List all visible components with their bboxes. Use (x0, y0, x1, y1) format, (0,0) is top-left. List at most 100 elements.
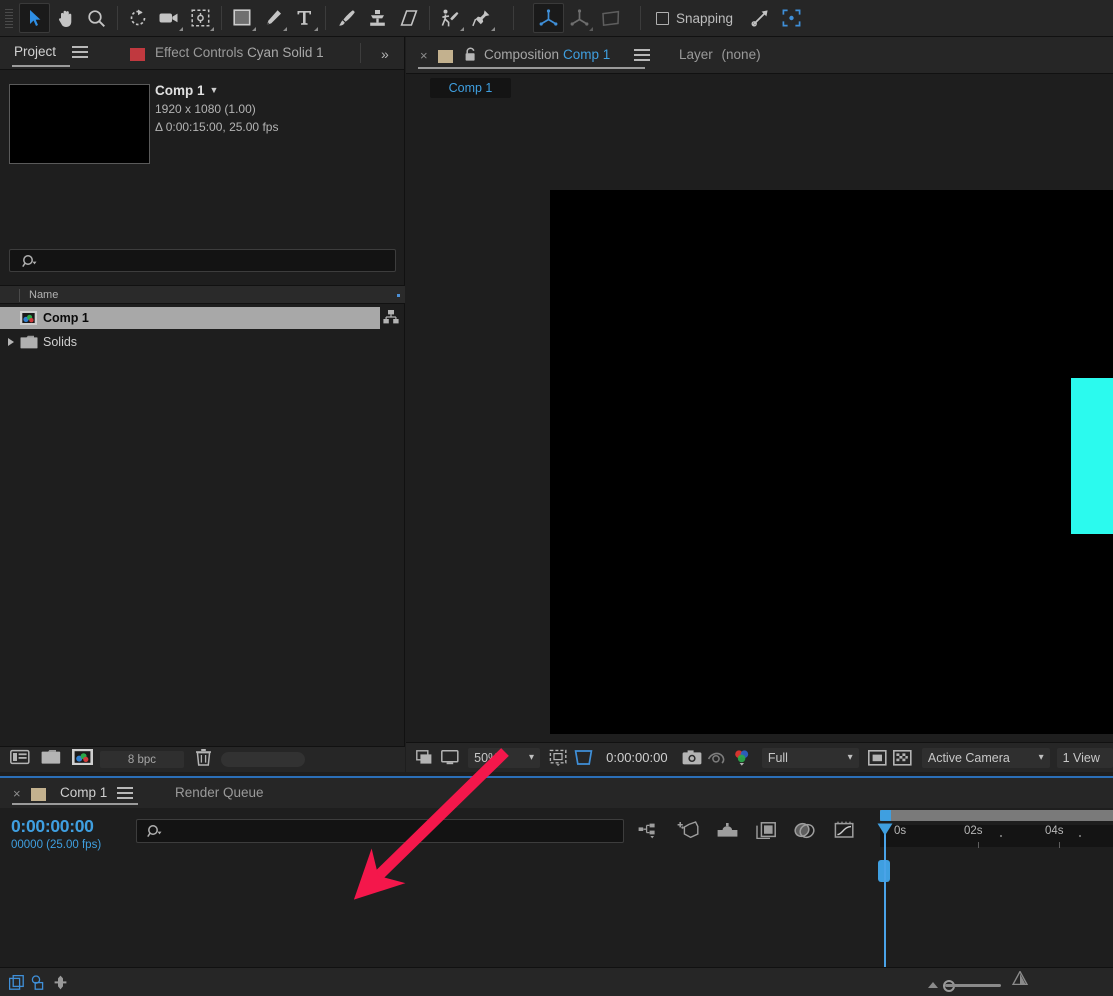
tab-project[interactable]: Project (14, 44, 56, 59)
tab-effect-controls[interactable]: Effect Controls Cyan Solid 1 (155, 45, 324, 60)
composition-viewer[interactable] (406, 105, 1113, 771)
column-header-name: Name (29, 289, 59, 301)
project-item-comp-1[interactable]: Comp 1 (0, 307, 380, 329)
hide-shy-layers-icon[interactable] (717, 822, 738, 843)
region-of-interest-icon[interactable] (571, 749, 596, 766)
bit-depth-button[interactable]: 8 bpc (100, 751, 184, 768)
time-navigator-start-handle[interactable] (880, 810, 891, 821)
tool-flyout-corner (460, 27, 464, 31)
snapping-checkbox[interactable] (656, 11, 669, 25)
composition-footer-toolbar: 50% ▾ 0:00:00:00 Full ▾ Active Camera ▾ … (406, 742, 1113, 772)
resolution-dropdown[interactable]: Full ▾ (761, 747, 859, 768)
current-time-display[interactable]: 0:00:00:00 (11, 816, 94, 837)
always-preview-icon[interactable] (412, 750, 437, 765)
project-panel: Project Effect Controls Cyan Solid 1 » C… (0, 37, 405, 772)
lock-icon[interactable] (464, 47, 477, 67)
rectangle-tool[interactable] (227, 3, 258, 33)
toggle-switches-modes-icon[interactable] (8, 974, 24, 995)
toolbar-separator (117, 6, 118, 30)
effect-controls-item: Cyan Solid 1 (247, 45, 324, 60)
auto-keyframe-icon[interactable] (54, 975, 67, 995)
composition-name: Comp 1 (563, 47, 611, 62)
composition-menu-icon[interactable] (634, 49, 650, 62)
project-footer-pill[interactable] (221, 752, 305, 767)
enable-frame-blending-icon[interactable] (756, 821, 776, 844)
zoom-in-timeline-icon[interactable] (1011, 970, 1031, 990)
monitor-icon[interactable] (437, 750, 462, 765)
roto-brush-tool[interactable] (435, 3, 466, 33)
composition-timecode[interactable]: 0:00:00:00 (606, 750, 667, 765)
composition-flowchart-icon[interactable] (382, 307, 400, 329)
composition-mini-flowchart-icon[interactable] (638, 822, 659, 844)
chevron-down-icon: ▾ (528, 752, 534, 763)
axis-world-tool[interactable] (564, 3, 595, 33)
toolbar-separator (221, 6, 222, 30)
project-search-input[interactable] (9, 249, 396, 272)
layer-tab[interactable]: Layer (none) (679, 47, 761, 62)
puppet-pin-tool[interactable] (466, 3, 497, 33)
delete-icon[interactable] (196, 748, 211, 771)
toolbar-separator (513, 6, 514, 30)
time-navigator-bar[interactable] (880, 810, 1113, 821)
snapping-toggle[interactable]: Snapping (656, 11, 733, 26)
show-snapshot-icon[interactable] (705, 750, 730, 765)
timeline-zoom-slider-track[interactable] (945, 984, 1001, 987)
timeline-tab-bar: × Comp 1 Render Queue (0, 778, 1113, 808)
project-menu-icon[interactable] (72, 46, 88, 60)
pen-tool[interactable] (258, 3, 289, 33)
axis-local-tool[interactable] (533, 3, 564, 33)
composition-tab-title[interactable]: Composition Comp 1 (484, 47, 610, 62)
timeline-menu-icon[interactable] (117, 787, 133, 800)
enable-motion-blur-icon[interactable] (794, 822, 816, 844)
graph-editor-icon[interactable] (834, 821, 855, 844)
tool-flyout-corner (491, 27, 495, 31)
new-composition-icon[interactable] (72, 749, 93, 770)
close-icon[interactable]: × (13, 786, 21, 801)
composition-sub-tab[interactable]: Comp 1 (430, 78, 511, 98)
zoom-out-timeline-icon[interactable] (928, 982, 938, 988)
column-resize-dot[interactable] (397, 294, 400, 297)
cyan-solid-layer[interactable] (1071, 378, 1113, 534)
timeline-ruler[interactable]: 0s 02s 04s (880, 808, 1113, 858)
ruler-sub-tick (1000, 835, 1002, 837)
ruler-tick-label: 02s (964, 825, 983, 837)
snapping-arrow-icon[interactable] (745, 3, 776, 33)
grid-guides-icon[interactable] (546, 749, 571, 766)
toggle-mask-icon[interactable] (865, 749, 890, 766)
snapping-bounds-icon[interactable] (776, 3, 807, 33)
project-item-solids[interactable]: Solids (0, 331, 380, 353)
views-dropdown[interactable]: 1 View (1056, 747, 1113, 768)
playhead-marker-icon[interactable] (877, 823, 893, 836)
rotation-tool[interactable] (123, 3, 154, 33)
interpret-footage-icon[interactable] (10, 749, 30, 770)
ruler-tick-label: 0s (894, 825, 907, 837)
selection-tool[interactable] (19, 3, 50, 33)
draft-3d-icon[interactable] (677, 821, 699, 844)
timeline-tab-title[interactable]: Comp 1 (60, 785, 107, 800)
channel-rgb-icon[interactable] (730, 749, 755, 766)
tool-flyout-corner (252, 27, 256, 31)
camera-dropdown[interactable]: Active Camera ▾ (921, 747, 1050, 768)
disclosure-triangle-icon[interactable] (8, 338, 14, 346)
zoom-level-dropdown[interactable]: 50% ▾ (468, 747, 540, 768)
toolbar-grip[interactable] (3, 7, 15, 29)
eraser-tool[interactable] (393, 3, 424, 33)
new-folder-icon[interactable] (41, 749, 61, 770)
tab-render-queue[interactable]: Render Queue (175, 785, 264, 800)
zoom-tool[interactable] (81, 3, 112, 33)
timeline-search-input[interactable] (136, 819, 624, 843)
clone-stamp-tool[interactable] (362, 3, 393, 33)
brush-tool[interactable] (331, 3, 362, 33)
chevron-double-right-icon[interactable]: » (381, 46, 389, 62)
transparency-grid-icon[interactable] (890, 749, 915, 766)
camera-tool[interactable] (154, 3, 185, 33)
snapshot-camera-icon[interactable] (680, 750, 705, 765)
tool-flyout-corner (589, 27, 593, 31)
comp-render-flowchart-icon[interactable] (31, 975, 46, 995)
axis-view-tool[interactable] (595, 3, 626, 33)
close-icon[interactable]: × (420, 48, 428, 63)
type-tool[interactable] (289, 3, 320, 33)
chevron-down-icon[interactable]: ▼ (210, 85, 219, 95)
pan-behind-tool[interactable] (185, 3, 216, 33)
hand-tool[interactable] (50, 3, 81, 33)
